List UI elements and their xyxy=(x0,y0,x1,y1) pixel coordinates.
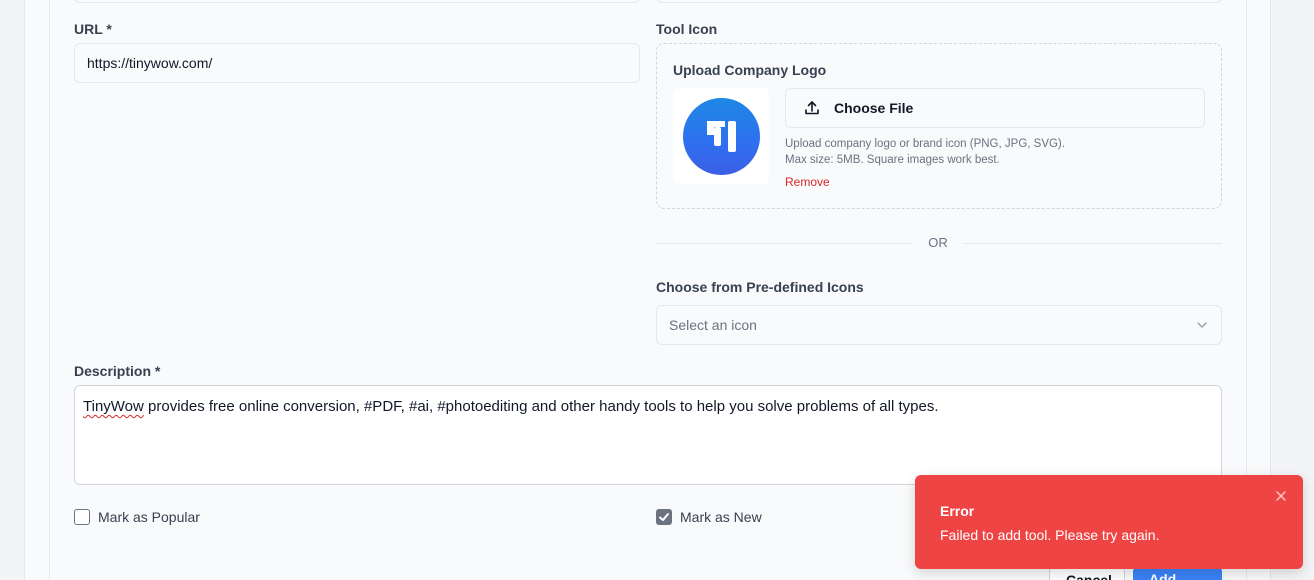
chevron-down-icon xyxy=(1195,318,1209,335)
upload-icon xyxy=(804,100,820,116)
error-toast: Error Failed to add tool. Please try aga… xyxy=(915,475,1303,569)
description-textarea[interactable]: TinyWow provides free online conversion,… xyxy=(74,385,1222,485)
description-label: Description * xyxy=(74,363,161,379)
upload-size-hint: Max size: 5MB. Square images work best. xyxy=(785,154,1000,166)
toast-message: Failed to add tool. Please try again. xyxy=(940,527,1160,543)
spellcheck-word: TinyWow xyxy=(83,398,144,415)
mark-popular-checkbox[interactable] xyxy=(74,509,90,525)
toast-title: Error xyxy=(940,503,975,519)
description-text: provides free online conversion, #PDF, #… xyxy=(143,398,939,415)
tool-icon-label: Tool Icon xyxy=(656,21,718,37)
mark-new-label[interactable]: Mark as New xyxy=(680,509,762,525)
predefined-icons-label: Choose from Pre-defined Icons xyxy=(656,279,864,295)
url-label: URL * xyxy=(74,21,112,37)
close-icon[interactable] xyxy=(1275,489,1287,507)
mark-new-checkbox[interactable] xyxy=(656,509,672,525)
tinywow-logo xyxy=(683,98,760,175)
choose-file-label: Choose File xyxy=(834,100,914,116)
divider-right xyxy=(963,243,1222,244)
logo-preview xyxy=(673,88,769,184)
mark-popular-label[interactable]: Mark as Popular xyxy=(98,509,200,525)
upload-helper-text: Upload company logo or brand icon (PNG, … xyxy=(785,138,1065,150)
icon-select-placeholder: Select an icon xyxy=(669,317,757,333)
check-icon xyxy=(658,511,670,523)
previous-field-left[interactable] xyxy=(74,0,640,3)
divider-left xyxy=(656,243,913,244)
choose-file-button[interactable]: Choose File xyxy=(785,88,1205,128)
previous-field-right[interactable] xyxy=(656,0,1222,3)
icon-select[interactable]: Select an icon xyxy=(656,305,1222,345)
remove-logo-link[interactable]: Remove xyxy=(785,175,830,189)
url-input[interactable]: https://tinywow.com/ xyxy=(74,43,640,83)
upload-logo-label: Upload Company Logo xyxy=(673,62,827,78)
url-value: https://tinywow.com/ xyxy=(87,55,213,71)
or-separator: OR xyxy=(928,235,948,250)
